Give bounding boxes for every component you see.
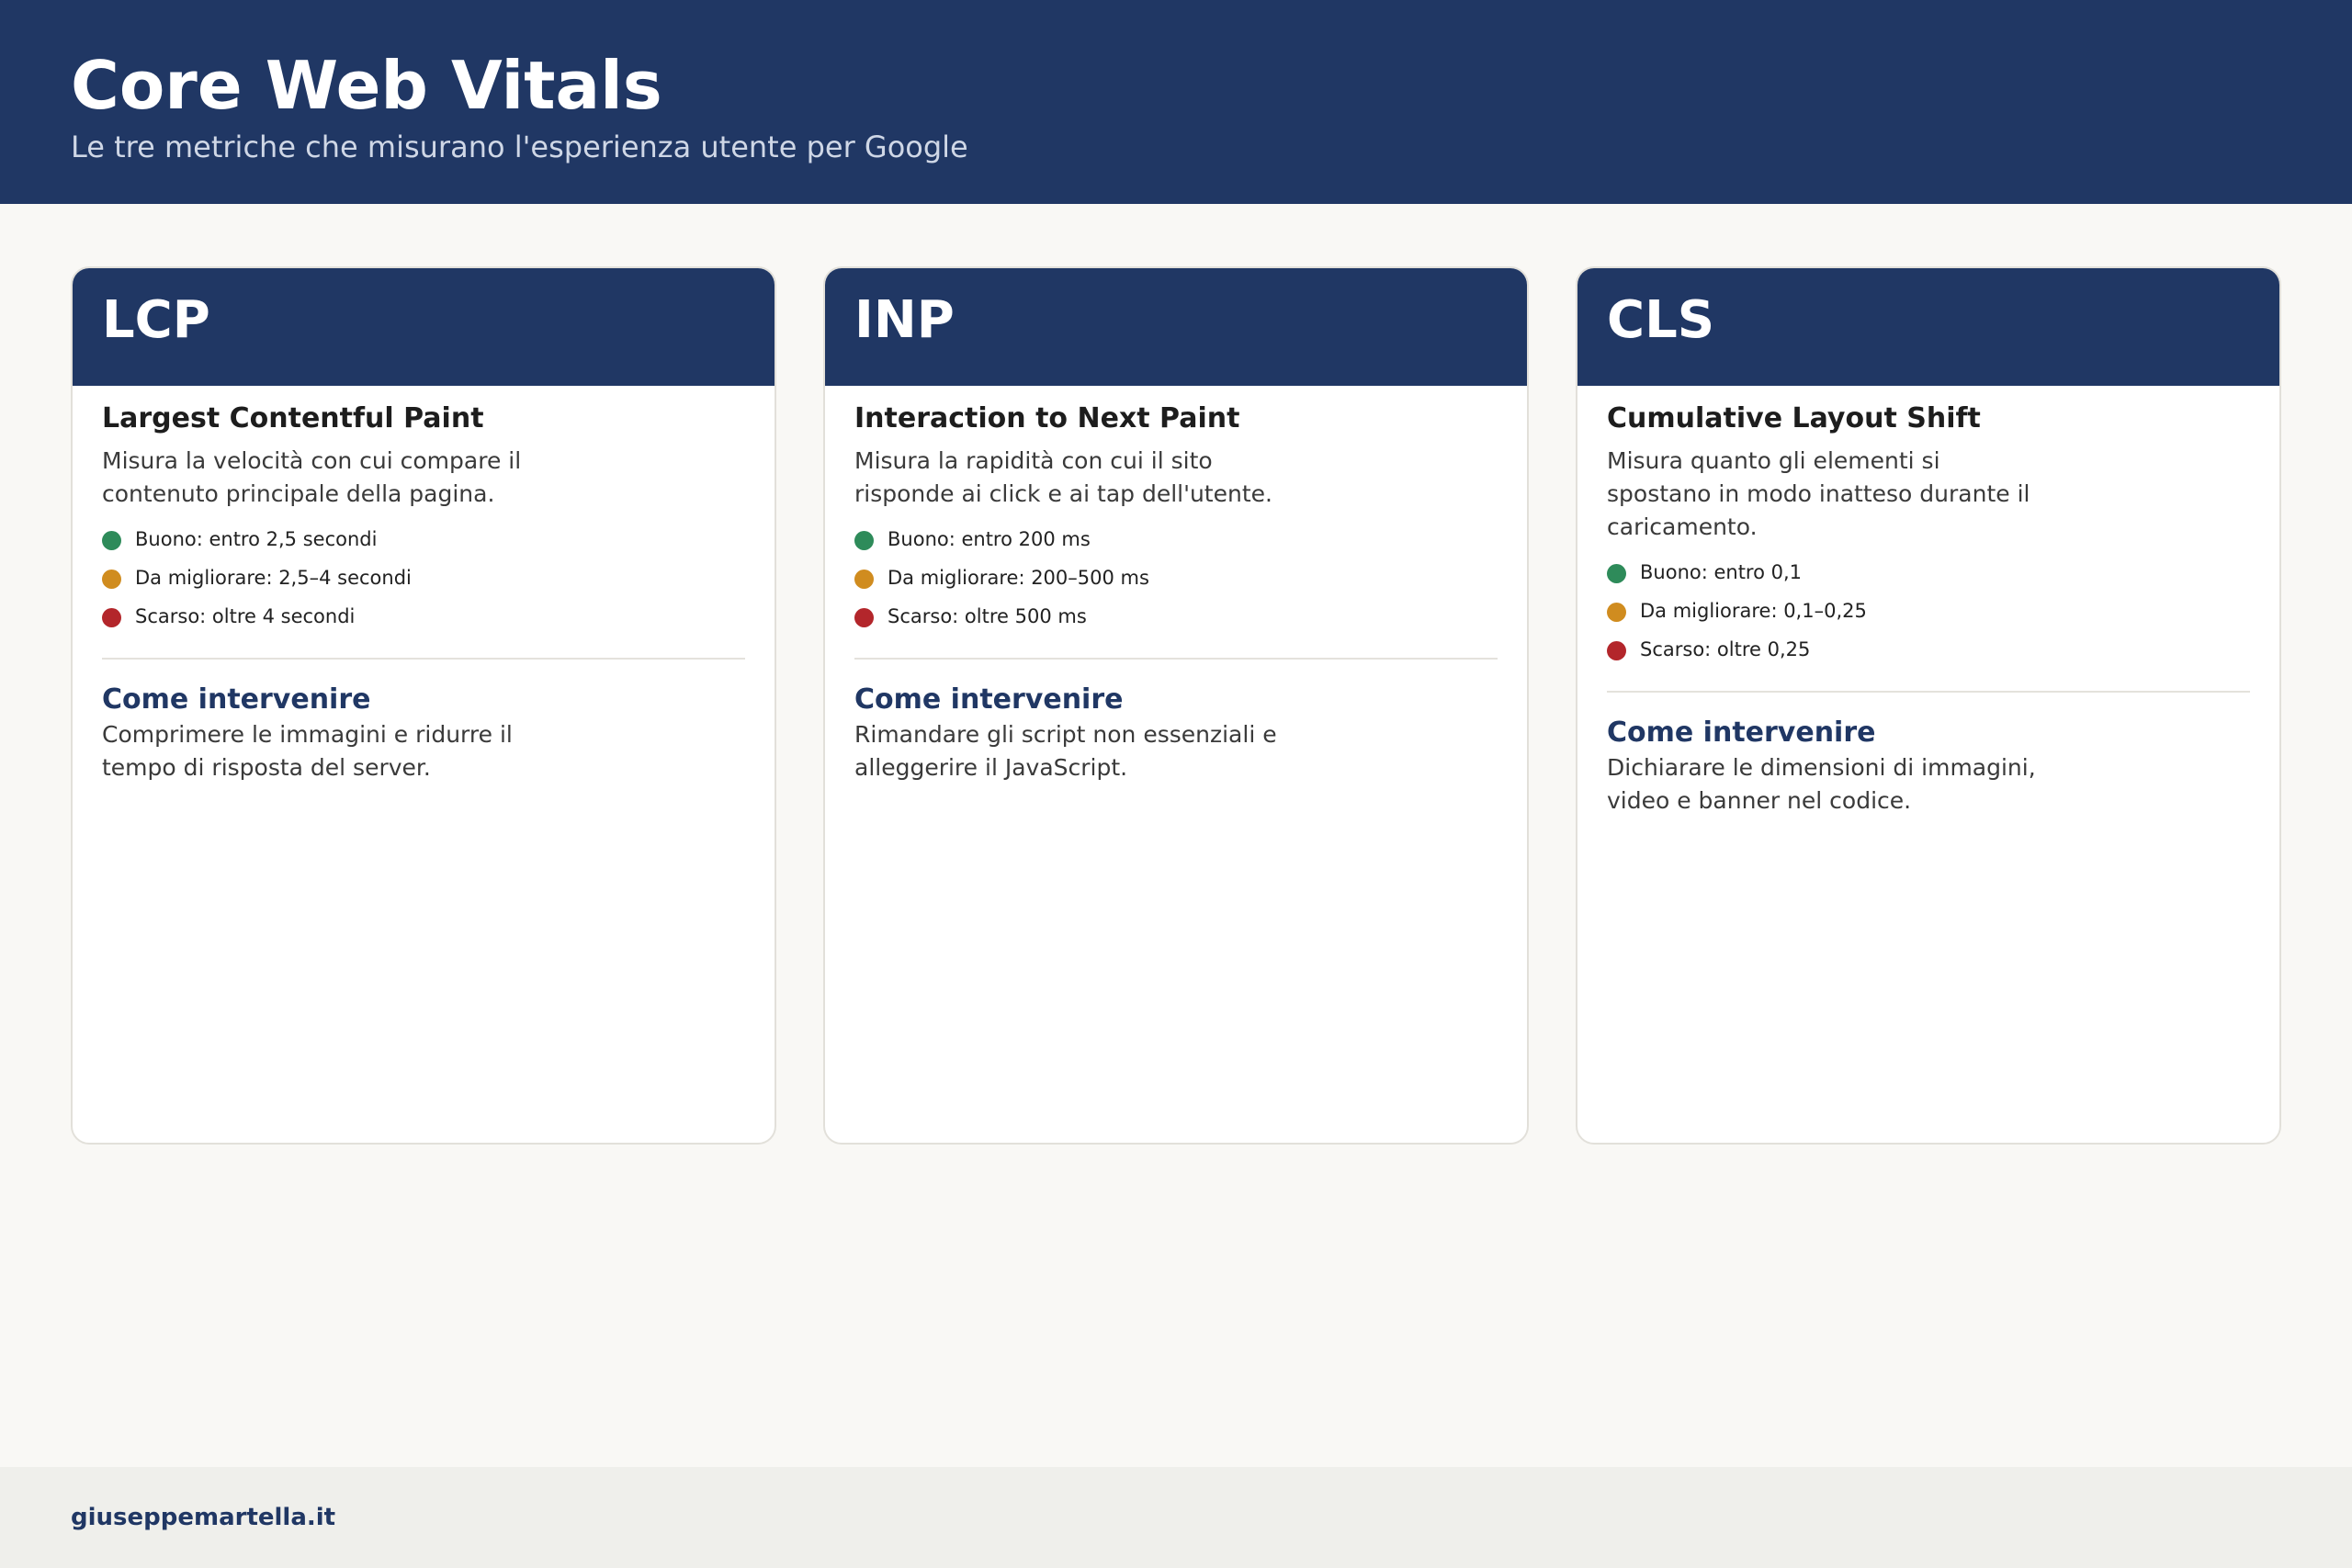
threshold-list: Buono: entro 0,1 Da migliorare: 0,1–0,25…	[1607, 557, 2250, 672]
threshold-item-improve: Da migliorare: 0,1–0,25	[1607, 595, 2250, 634]
metric-name: Largest Contentful Paint	[102, 402, 484, 434]
card-header: INP	[825, 268, 1527, 386]
metric-description: Misura la rapidità con cui il sito rispo…	[854, 447, 1272, 507]
status-improve-dot-icon	[854, 570, 874, 589]
page-header: Core Web Vitals Le tre metriche che misu…	[0, 0, 2352, 204]
action-text: Dichiarare le dimensioni di immagini, vi…	[1607, 754, 2036, 814]
threshold-item-poor: Scarso: oltre 0,25	[1607, 634, 2250, 672]
action-text: Rimandare gli script non essenziali e al…	[854, 721, 1277, 781]
threshold-label: Buono: entro 2,5 secondi	[135, 528, 378, 550]
threshold-label: Scarso: oltre 4 secondi	[135, 605, 356, 627]
threshold-label: Scarso: oltre 500 ms	[888, 605, 1087, 627]
card-body: Cumulative Layout Shift Misura quanto gl…	[1607, 400, 2250, 818]
threshold-label: Da migliorare: 0,1–0,25	[1640, 600, 1867, 622]
status-poor-dot-icon	[102, 608, 121, 627]
status-good-dot-icon	[102, 531, 121, 550]
threshold-label: Buono: entro 200 ms	[888, 528, 1091, 550]
threshold-item-poor: Scarso: oltre 4 secondi	[102, 601, 745, 639]
metric-abbreviation: CLS	[1607, 290, 1715, 350]
threshold-label: Scarso: oltre 0,25	[1640, 638, 1811, 660]
page-title: Core Web Vitals	[71, 47, 662, 124]
threshold-item-improve: Da migliorare: 2,5–4 secondi	[102, 562, 745, 601]
action-title: Come intervenire	[102, 683, 371, 716]
status-good-dot-icon	[854, 531, 874, 550]
divider	[1607, 691, 2250, 693]
metric-abbreviation: LCP	[102, 290, 210, 350]
metric-name: Cumulative Layout Shift	[1607, 402, 1981, 434]
card-body: Interaction to Next Paint Misura la rapi…	[854, 400, 1498, 784]
status-improve-dot-icon	[102, 570, 121, 589]
card-header: CLS	[1577, 268, 2279, 386]
metric-name: Interaction to Next Paint	[854, 402, 1240, 434]
action-text: Comprimere le immagini e ridurre il temp…	[102, 721, 513, 781]
threshold-item-good: Buono: entro 0,1	[1607, 557, 2250, 595]
metric-card-cls: CLS Cumulative Layout Shift Misura quant…	[1576, 266, 2281, 1145]
card-header: LCP	[73, 268, 775, 386]
divider	[854, 658, 1498, 660]
metric-card-inp: INP Interaction to Next Paint Misura la …	[823, 266, 1529, 1145]
page-footer: giuseppemartella.it	[0, 1467, 2352, 1568]
threshold-item-improve: Da migliorare: 200–500 ms	[854, 562, 1498, 601]
status-poor-dot-icon	[854, 608, 874, 627]
threshold-label: Da migliorare: 200–500 ms	[888, 567, 1149, 589]
metric-card-lcp: LCP Largest Contentful Paint Misura la v…	[71, 266, 776, 1145]
footer-brand: giuseppemartella.it	[71, 1504, 336, 1531]
threshold-item-good: Buono: entro 2,5 secondi	[102, 524, 745, 562]
threshold-item-good: Buono: entro 200 ms	[854, 524, 1498, 562]
action-title: Come intervenire	[1607, 716, 1876, 749]
status-poor-dot-icon	[1607, 641, 1626, 660]
metric-description: Misura quanto gli elementi si spostano i…	[1607, 447, 2030, 540]
card-body: Largest Contentful Paint Misura la veloc…	[102, 400, 745, 784]
divider	[102, 658, 745, 660]
metric-abbreviation: INP	[854, 290, 955, 350]
threshold-label: Da migliorare: 2,5–4 secondi	[135, 567, 412, 589]
status-good-dot-icon	[1607, 564, 1626, 583]
metric-description: Misura la velocità con cui compare il co…	[102, 447, 522, 507]
threshold-label: Buono: entro 0,1	[1640, 561, 1803, 583]
threshold-item-poor: Scarso: oltre 500 ms	[854, 601, 1498, 639]
status-improve-dot-icon	[1607, 603, 1626, 622]
threshold-list: Buono: entro 200 ms Da migliorare: 200–5…	[854, 524, 1498, 639]
page-subtitle: Le tre metriche che misurano l'esperienz…	[71, 130, 968, 164]
action-title: Come intervenire	[854, 683, 1124, 716]
threshold-list: Buono: entro 2,5 secondi Da migliorare: …	[102, 524, 745, 639]
